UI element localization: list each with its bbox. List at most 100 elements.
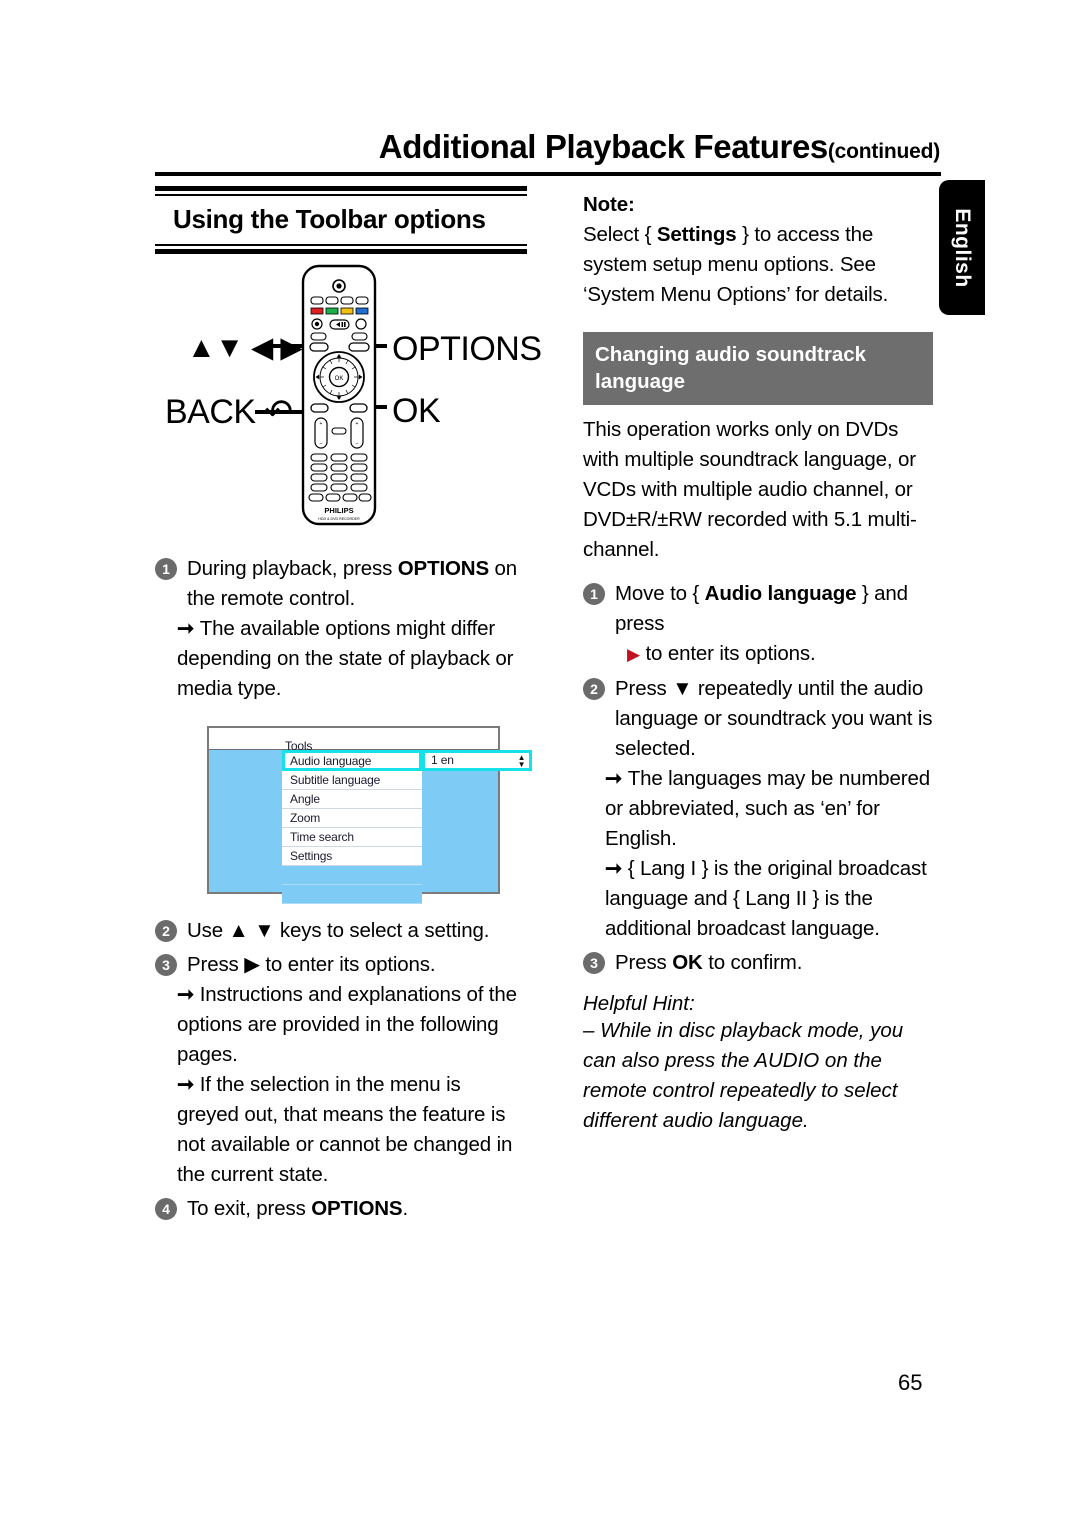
page-title: Additional Playback Features	[378, 128, 829, 165]
arrow-icon: ➞	[605, 767, 623, 790]
svg-text:HDD & DVD RECORDER: HDD & DVD RECORDER	[318, 517, 360, 521]
svg-text:–: –	[356, 441, 359, 447]
step-text-part: During playback, press	[187, 557, 398, 580]
right-arrow-icon: ▶	[627, 645, 640, 664]
step-number: 1	[583, 583, 605, 605]
svg-text:+: +	[356, 421, 359, 427]
step-item: 1 Move to { Audio language } and press ▶…	[583, 579, 933, 670]
step-sub-note: ➞ The available options might differ dep…	[177, 614, 527, 704]
language-tab-label: English	[951, 207, 974, 288]
note-block: Note: Select { Settings } to access the …	[583, 190, 933, 310]
step-item: 2 Press ▼ repeatedly until the audio lan…	[583, 674, 933, 944]
arrow-icon: ➞	[177, 983, 195, 1006]
page-title-continued: (continued)	[827, 140, 940, 163]
osd-menu-item-audio-language[interactable]: Audio language	[282, 750, 422, 771]
osd-title-bar	[209, 728, 498, 750]
osd-menu-item-time-search[interactable]: Time search	[282, 828, 422, 847]
osd-menu-item-empty	[282, 885, 422, 904]
svg-text:+: +	[320, 421, 323, 427]
osd-menu-item-angle[interactable]: Angle	[282, 790, 422, 809]
running-head-rule	[155, 172, 941, 176]
svg-text:–: –	[320, 441, 323, 447]
step-text: During playback, press OPTIONS on the re…	[187, 554, 527, 614]
right-column: Note: Select { Settings } to access the …	[583, 190, 933, 1136]
helpful-hint-body: – While in disc playback mode, you can a…	[583, 1019, 904, 1132]
svg-text:PHILIPS: PHILIPS	[324, 506, 353, 515]
step-text: Press ▶ to enter its options.	[187, 953, 436, 976]
step-text: Move to { Audio language } and press	[615, 579, 933, 639]
step-item: 1 During playback, press OPTIONS on the …	[155, 554, 527, 704]
step-number: 2	[155, 920, 177, 942]
step-text: Use ▲ ▼ keys to select a setting.	[187, 919, 490, 942]
step-text-part: Move to {	[615, 582, 705, 605]
step-sub-note: ➞ The languages may be numbered or abbre…	[605, 764, 933, 854]
osd-menu-item-empty	[282, 866, 422, 885]
subsection-heading-band: Changing audio soundtrack language	[583, 332, 933, 405]
osd-value-text: 1 en	[431, 753, 454, 767]
sub-note-text: Instructions and explanations of the opt…	[177, 983, 517, 1066]
sub-note-text: If the selection in the menu is greyed o…	[177, 1073, 513, 1186]
callout-back-button: BACK ↶	[165, 393, 293, 431]
section-heading-block: Using the Toolbar options	[155, 186, 527, 254]
step-item: 4 To exit, press OPTIONS.	[155, 1194, 527, 1224]
running-head: Additional Playback Features(continued)	[155, 128, 940, 166]
step-sub-note: ➞ Instructions and explanations of the o…	[177, 980, 527, 1070]
note-text-part: Select {	[583, 223, 657, 246]
right-column-steps: 1 Move to { Audio language } and press ▶…	[583, 579, 933, 978]
page-number: 65	[898, 1370, 923, 1395]
remote-control-illustration: OK + – + – PHILIPS HDD & DVD RECORDER ▲▼…	[155, 264, 542, 554]
osd-menu-item-subtitle-language[interactable]: Subtitle language	[282, 771, 422, 790]
osd-menu-list: Audio language Subtitle language Angle Z…	[282, 750, 422, 904]
keyword-audio-language: Audio language	[704, 582, 857, 605]
step-number: 2	[583, 678, 605, 700]
step-text-part: Press	[615, 951, 673, 974]
left-column: Using the Toolbar options OK + – + – PHI…	[155, 186, 542, 1228]
osd-spinner-icon[interactable]: ▲ ▼	[517, 754, 526, 769]
step-item: 2 Use ▲ ▼ keys to select a setting.	[155, 916, 527, 946]
osd-tools-menu: Tools Audio language Subtitle language A…	[207, 726, 532, 904]
step-text-part: to enter its options.	[639, 642, 816, 665]
keyword-settings: Settings	[656, 223, 737, 246]
step-text: To exit, press OPTIONS.	[187, 1194, 527, 1224]
language-tab: English	[939, 180, 985, 315]
step-text-part: .	[402, 1197, 408, 1220]
arrow-icon: ➞	[605, 857, 623, 880]
keyword-ok: OK	[672, 951, 703, 974]
callout-navigation-keys: ▲▼ ◀ ▶	[187, 332, 303, 364]
keyword-options: OPTIONS	[397, 557, 489, 580]
step-text-part: to confirm.	[702, 951, 803, 974]
arrow-icon: ➞	[177, 617, 195, 640]
osd-value-field[interactable]: 1 en ▲ ▼	[422, 750, 532, 771]
left-column-body: 1 During playback, press OPTIONS on the …	[155, 554, 532, 1224]
step-number: 3	[155, 954, 177, 976]
step-text: Press OK to confirm.	[615, 948, 933, 978]
spinner-down-icon[interactable]: ▼	[518, 760, 526, 769]
sub-note-text: The available options might differ depen…	[177, 617, 514, 700]
step-item: 3 Press ▶ to enter its options. ➞ Instru…	[155, 950, 527, 1190]
callout-options-button: OPTIONS	[392, 330, 542, 368]
callout-ok-button: OK	[392, 392, 441, 430]
step-sub-note: ➞ If the selection in the menu is greyed…	[177, 1070, 527, 1190]
helpful-hint-title: Helpful Hint:	[583, 992, 695, 1015]
section-rule-bottom-thin	[155, 244, 527, 246]
subsection-intro: This operation works only on DVDs with m…	[583, 418, 917, 561]
step-text-part: To exit, press	[187, 1197, 312, 1220]
note-text: Select { Settings } to access the system…	[583, 220, 933, 310]
osd-menu-item-zoom[interactable]: Zoom	[282, 809, 422, 828]
svg-text:OK: OK	[335, 376, 344, 382]
section-rule-top-thick	[155, 186, 527, 191]
sub-note-text: { Lang I } is the original broadcast lan…	[605, 857, 927, 940]
manual-page: Additional Playback Features(continued) …	[0, 0, 1080, 1524]
step-number: 1	[155, 558, 177, 580]
arrow-icon: ➞	[177, 1073, 195, 1096]
step-item: 3 Press OK to confirm.	[583, 948, 933, 978]
osd-menu-item-settings[interactable]: Settings	[282, 847, 422, 866]
step-number: 3	[583, 952, 605, 974]
step-text-continued: ▶ to enter its options.	[627, 639, 933, 670]
keyword-options: OPTIONS	[311, 1197, 403, 1220]
step-sub-note: ➞ { Lang I } is the original broadcast l…	[605, 854, 933, 944]
section-rule-bottom-thick	[155, 249, 527, 254]
sub-note-text: The languages may be numbered or abbrevi…	[605, 767, 930, 850]
